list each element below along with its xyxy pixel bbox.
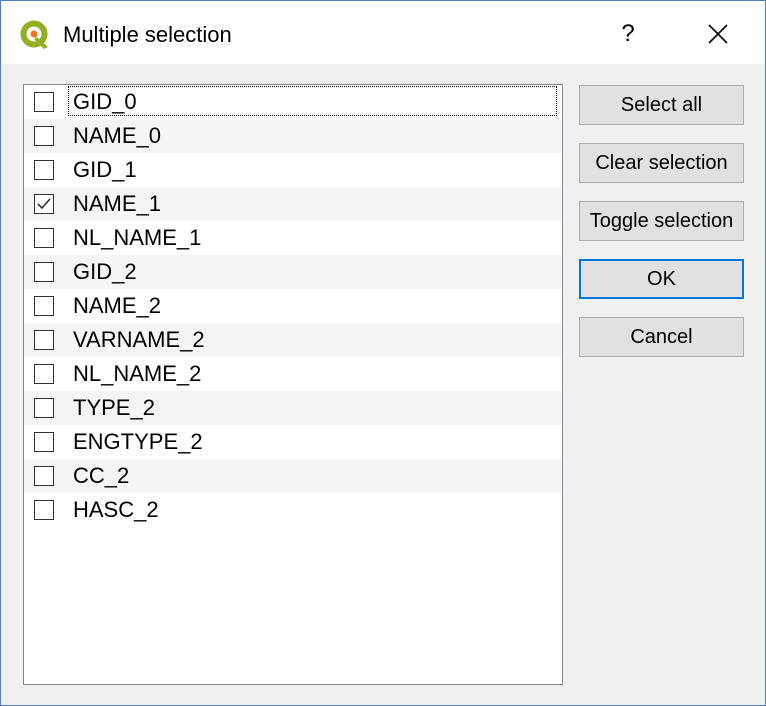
list-item-label: HASC_2 bbox=[73, 497, 159, 522]
list-item[interactable]: NAME_1 bbox=[24, 187, 562, 221]
list-item-label: NAME_0 bbox=[73, 123, 162, 148]
toggle-selection-button[interactable]: Toggle selection bbox=[579, 201, 744, 241]
title-bar: Multiple selection ? bbox=[1, 1, 765, 64]
cancel-button[interactable]: Cancel bbox=[579, 317, 744, 357]
checkbox[interactable] bbox=[34, 194, 54, 214]
list-item-label: TYPE_2 bbox=[73, 395, 155, 420]
multiple-selection-dialog: Multiple selection ? GID_0 NAME_0 GID_1 NAM… bbox=[0, 0, 766, 706]
list-item[interactable]: NAME_0 bbox=[24, 119, 562, 153]
clear-selection-button[interactable]: Clear selection bbox=[579, 143, 744, 183]
checkbox[interactable] bbox=[34, 262, 54, 282]
list-item[interactable]: NL_NAME_2 bbox=[24, 357, 562, 391]
list-item[interactable]: GID_2 bbox=[24, 255, 562, 289]
close-icon bbox=[708, 24, 728, 44]
checkbox[interactable] bbox=[34, 398, 54, 418]
qgis-logo-icon bbox=[20, 20, 50, 50]
list-item[interactable]: ENGTYPE_2 bbox=[24, 425, 562, 459]
focus-rectangle bbox=[68, 86, 557, 116]
field-list[interactable]: GID_0 NAME_0 GID_1 NAME_1 NL_NAME_1 GID_2 NAME… bbox=[23, 84, 563, 685]
list-item-label: VARNAME_2 bbox=[73, 327, 205, 352]
checkbox[interactable] bbox=[34, 432, 54, 452]
list-item-label: NL_NAME_2 bbox=[73, 361, 202, 386]
list-item-label: ENGTYPE_2 bbox=[73, 429, 203, 454]
checkbox[interactable] bbox=[34, 330, 54, 350]
list-item-label: NAME_1 bbox=[73, 191, 162, 216]
checkbox[interactable] bbox=[34, 92, 54, 112]
checkbox[interactable] bbox=[34, 228, 54, 248]
checkbox[interactable] bbox=[34, 466, 54, 486]
list-item[interactable]: CC_2 bbox=[24, 459, 562, 493]
checkbox[interactable] bbox=[34, 296, 54, 316]
select-all-button[interactable]: Select all bbox=[579, 85, 744, 125]
list-item-label: NAME_2 bbox=[73, 293, 162, 318]
list-item[interactable]: NAME_2 bbox=[24, 289, 562, 323]
checkmark-icon bbox=[37, 198, 51, 210]
help-button[interactable]: ? bbox=[605, 13, 651, 55]
checkbox[interactable] bbox=[34, 126, 54, 146]
list-item[interactable]: TYPE_2 bbox=[24, 391, 562, 425]
list-item-label: GID_2 bbox=[73, 259, 137, 284]
list-item-label: GID_1 bbox=[73, 157, 137, 182]
list-item-label: NL_NAME_1 bbox=[73, 225, 202, 250]
close-button[interactable] bbox=[691, 13, 745, 55]
list-item-label: CC_2 bbox=[73, 463, 130, 488]
ok-button[interactable]: OK bbox=[579, 259, 744, 299]
checkbox[interactable] bbox=[34, 500, 54, 520]
checkbox[interactable] bbox=[34, 364, 54, 384]
checkbox[interactable] bbox=[34, 160, 54, 180]
list-item[interactable]: GID_1 bbox=[24, 153, 562, 187]
list-item[interactable]: HASC_2 bbox=[24, 493, 562, 527]
window-title: Multiple selection bbox=[63, 22, 232, 47]
list-item[interactable]: NL_NAME_1 bbox=[24, 221, 562, 255]
list-item[interactable]: GID_0 bbox=[24, 85, 562, 119]
list-item[interactable]: VARNAME_2 bbox=[24, 323, 562, 357]
